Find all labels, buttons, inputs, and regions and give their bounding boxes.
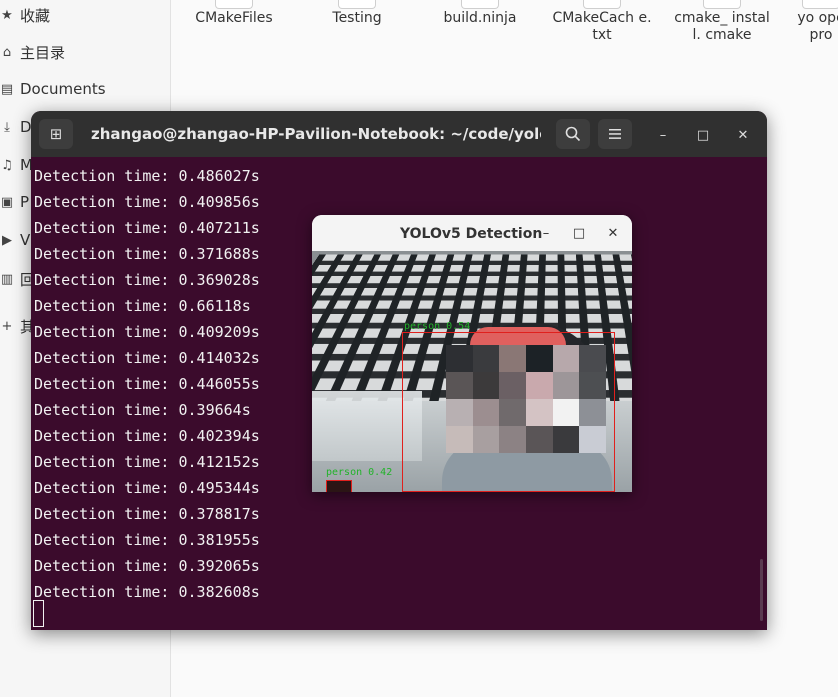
file-item[interactable]: cmake_ install. cmake	[672, 0, 772, 44]
terminal-line: Detection time: 0.409856s	[34, 189, 754, 215]
file-icon	[215, 0, 253, 9]
file-icon	[802, 0, 838, 9]
minimize-icon: –	[660, 128, 667, 143]
detection-window[interactable]: YOLOv5 Detection – □ ✕ person 0.54 perso…	[312, 215, 632, 492]
sidebar-item-label: 收藏	[20, 5, 50, 26]
close-button[interactable]: ✕	[735, 127, 751, 143]
file-icon	[583, 0, 621, 9]
terminal-scrollbar[interactable]	[760, 559, 763, 621]
file-name: cmake_ install. cmake	[672, 10, 772, 44]
file-icon	[461, 0, 499, 9]
detection-header-bar[interactable]: YOLOv5 Detection – □ ✕	[312, 215, 632, 251]
bounding-box-person	[402, 332, 615, 492]
terminal-title: zhangao@zhangao-HP-Pavilion-Notebook: ~/…	[91, 111, 541, 157]
file-icon	[703, 0, 741, 9]
detection-window-title: YOLOv5 Detection	[400, 215, 542, 253]
new-tab-button[interactable]: ⊞	[39, 119, 73, 149]
terminal-line: Detection time: 0.486027s	[34, 163, 754, 189]
file-icon	[338, 0, 376, 9]
terminal-cursor	[33, 600, 44, 627]
maximize-button[interactable]: □	[695, 127, 711, 143]
plus-icon: +	[0, 319, 14, 334]
maximize-icon: □	[573, 226, 585, 241]
terminal-line: Detection time: 0.378817s	[34, 501, 754, 527]
file-name: yo ope pro	[791, 10, 838, 44]
minimize-button[interactable]: –	[655, 127, 671, 143]
file-name: CMakeCach e.txt	[552, 10, 652, 44]
minimize-icon: –	[543, 226, 550, 241]
file-item[interactable]: yo ope pro	[791, 0, 838, 44]
sidebar-item-home[interactable]: ⌂ 主目录	[0, 37, 170, 67]
sidebar-item-label: D	[20, 118, 32, 136]
search-icon	[565, 126, 581, 142]
video-icon: ▶	[0, 233, 14, 248]
search-button[interactable]	[556, 119, 590, 149]
picture-icon: ▣	[0, 195, 14, 210]
close-icon: ✕	[738, 128, 749, 143]
bounding-box-small	[326, 480, 352, 492]
sidebar-item-star[interactable]: ★ 收藏	[0, 0, 170, 30]
sidebar-item-label: 主目录	[20, 42, 65, 63]
close-icon: ✕	[608, 226, 619, 241]
terminal-line: Detection time: 0.382608s	[34, 579, 754, 605]
file-item[interactable]: CMakeFiles	[185, 0, 283, 27]
file-name: Testing	[308, 10, 406, 27]
detection-label-large: person 0.54	[404, 321, 470, 332]
camera-frame: person 0.54 person 0.42	[312, 251, 632, 492]
sidebar-item-label: P	[20, 193, 29, 211]
trash-icon: ▥	[0, 272, 14, 287]
file-name: CMakeFiles	[185, 10, 283, 27]
detection-close-button[interactable]: ✕	[604, 224, 622, 242]
file-name: build.ninja	[430, 10, 530, 27]
detection-label-small: person 0.42	[326, 467, 392, 478]
detection-maximize-button[interactable]: □	[570, 224, 588, 242]
file-item[interactable]: Testing	[308, 0, 406, 27]
music-icon: ♫	[0, 158, 14, 173]
file-item[interactable]: CMakeCach e.txt	[552, 0, 652, 44]
sidebar-item-label: V	[20, 231, 30, 249]
file-item[interactable]: build.ninja	[430, 0, 530, 27]
sidebar-item-document[interactable]: ▤ Documents	[0, 74, 170, 104]
maximize-icon: □	[697, 128, 709, 143]
hamburger-icon	[608, 128, 622, 140]
menu-button[interactable]	[598, 119, 632, 149]
detection-minimize-button[interactable]: –	[537, 224, 555, 242]
home-icon: ⌂	[0, 45, 14, 60]
terminal-header-bar[interactable]: ⊞ zhangao@zhangao-HP-Pavilion-Notebook: …	[31, 111, 767, 157]
new-tab-icon: ⊞	[50, 125, 63, 143]
document-icon: ▤	[0, 82, 14, 97]
terminal-line: Detection time: 0.392065s	[34, 553, 754, 579]
terminal-line: Detection time: 0.381955s	[34, 527, 754, 553]
download-icon: ⤓	[0, 120, 14, 135]
sidebar-item-label: Documents	[20, 80, 106, 98]
star-icon: ★	[0, 8, 14, 23]
